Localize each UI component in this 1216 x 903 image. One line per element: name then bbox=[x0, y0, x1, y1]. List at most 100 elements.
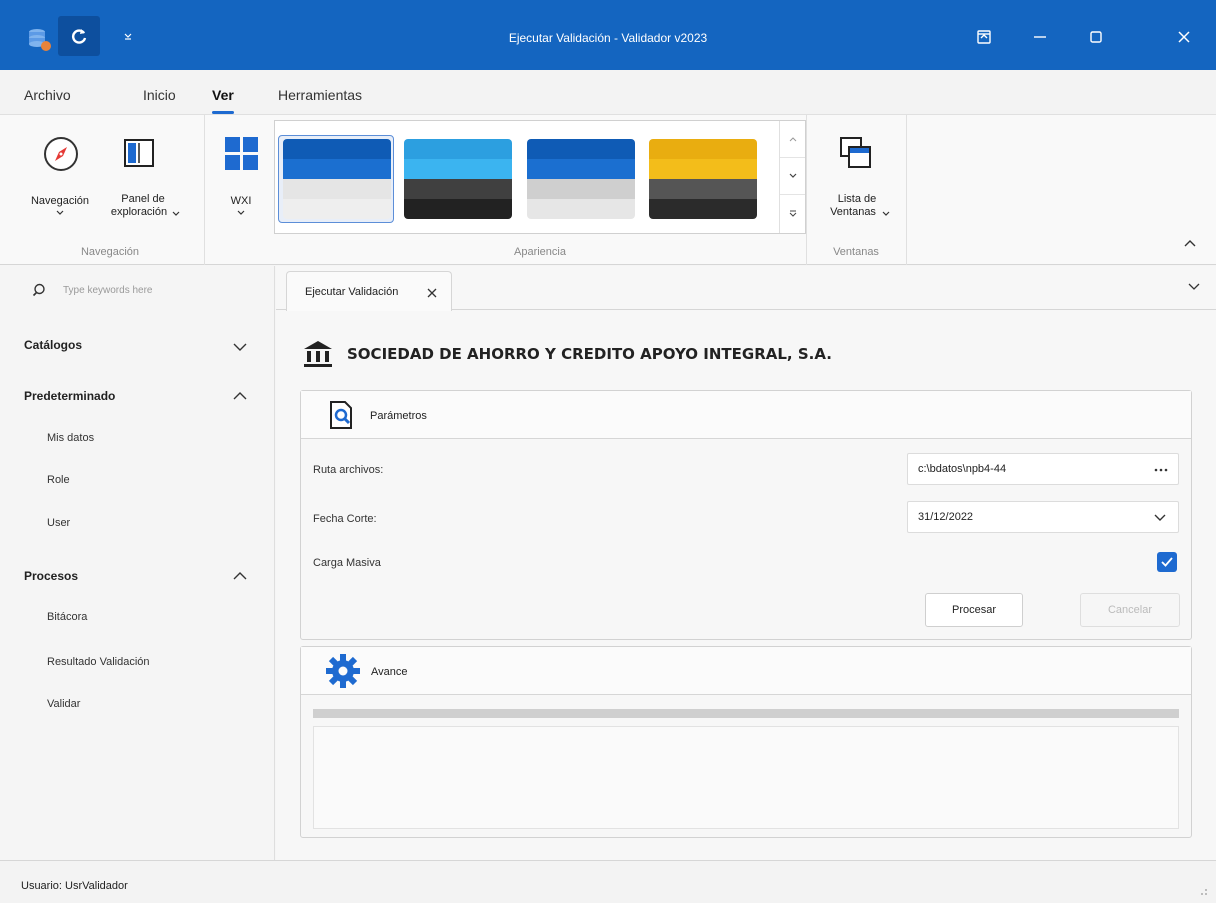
check-icon bbox=[1161, 557, 1173, 567]
minimize-button[interactable] bbox=[1020, 18, 1060, 56]
ventanas-label-line2: Ventanas bbox=[830, 206, 876, 218]
panel-label-line2: exploración bbox=[110, 206, 168, 218]
windows-list-icon bbox=[840, 137, 871, 168]
tab-archivo[interactable]: Archivo bbox=[24, 87, 71, 103]
carga-masiva-checkbox[interactable] bbox=[1157, 552, 1177, 572]
avance-title: Avance bbox=[371, 666, 408, 678]
parametros-panel: Parámetros Ruta archivos: c:\bdatos\npb4… bbox=[300, 390, 1192, 640]
gallery-expand[interactable] bbox=[780, 195, 805, 232]
theme-swatch-gold[interactable] bbox=[649, 139, 757, 219]
log-area[interactable] bbox=[313, 726, 1179, 829]
chevron-down-icon[interactable] bbox=[232, 342, 248, 352]
chevron-down-icon bbox=[789, 173, 796, 178]
panel-label-line1: Panel de bbox=[121, 193, 165, 205]
theme-gallery bbox=[274, 120, 806, 234]
group-label-apariencia: Apariencia bbox=[514, 246, 566, 258]
document-search-icon bbox=[330, 401, 352, 429]
theme-swatch-blue[interactable] bbox=[283, 139, 391, 219]
sidebar-item-validar[interactable]: Validar bbox=[47, 698, 80, 710]
tab-ver[interactable]: Ver bbox=[212, 87, 234, 114]
ventanas-label-line1: Lista de bbox=[837, 193, 877, 205]
window-layout-icon bbox=[977, 30, 991, 44]
sidebar-item-resultado-validacion[interactable]: Resultado Validación bbox=[47, 656, 150, 668]
lista-ventanas-button[interactable]: Lista de Ventanas bbox=[818, 133, 898, 233]
tabs-dropdown-icon[interactable] bbox=[1188, 283, 1200, 291]
sidebar-item-user[interactable]: User bbox=[47, 517, 70, 529]
chevron-up-icon[interactable] bbox=[232, 571, 248, 581]
company-header: SOCIEDAD DE AHORRO Y CREDITO APOYO INTEG… bbox=[301, 334, 832, 374]
navegacion-button[interactable]: Navegación bbox=[20, 133, 104, 233]
sidebar: Type keywords here Catálogos Predetermin… bbox=[0, 266, 275, 860]
ribbon-separator bbox=[806, 115, 807, 265]
search-box[interactable]: Type keywords here bbox=[0, 266, 275, 316]
panel-layout-icon bbox=[124, 139, 154, 167]
wxi-button[interactable]: WXI bbox=[216, 133, 268, 233]
wxi-label: WXI bbox=[230, 195, 252, 207]
gallery-scroll bbox=[779, 121, 805, 233]
ruta-value: c:\bdatos\npb4-44 bbox=[918, 463, 1007, 475]
sidebar-item-mis-datos[interactable]: Mis datos bbox=[47, 432, 94, 444]
chevron-down-icon bbox=[237, 210, 245, 215]
main-content: Ejecutar Validación SOCIEDAD DE AHORRO Y… bbox=[276, 266, 1216, 860]
doc-tab-label: Ejecutar Validación bbox=[305, 286, 399, 298]
windows-grid-icon bbox=[225, 137, 258, 170]
bank-icon bbox=[304, 341, 332, 367]
close-icon[interactable] bbox=[427, 288, 437, 298]
close-button[interactable] bbox=[1164, 18, 1204, 56]
chevron-down-icon bbox=[56, 210, 64, 215]
restore-layout-button[interactable] bbox=[964, 18, 1004, 56]
maximize-icon bbox=[1090, 31, 1102, 43]
maximize-button[interactable] bbox=[1076, 18, 1116, 56]
search-placeholder: Type keywords here bbox=[63, 285, 153, 296]
tab-inicio[interactable]: Inicio bbox=[143, 87, 176, 103]
gallery-scroll-up[interactable] bbox=[780, 121, 805, 158]
minimize-icon bbox=[1034, 36, 1046, 38]
fecha-value: 31/12/2022 bbox=[918, 511, 974, 523]
navegacion-label: Navegación bbox=[30, 195, 90, 207]
company-name: SOCIEDAD DE AHORRO Y CREDITO APOYO INTEG… bbox=[347, 345, 832, 363]
gallery-scroll-down[interactable] bbox=[780, 158, 805, 195]
parametros-title: Parámetros bbox=[370, 410, 427, 422]
chevron-down-icon[interactable] bbox=[1154, 514, 1166, 522]
document-tabs: Ejecutar Validación bbox=[276, 266, 1216, 311]
title-bar: Ejecutar Validación - Validador v2023 bbox=[0, 0, 1216, 70]
menu-tabs: Archivo Inicio Ver Herramientas bbox=[0, 70, 1216, 114]
sidebar-item-role[interactable]: Role bbox=[47, 474, 70, 486]
nav-group-catalogos[interactable]: Catálogos bbox=[24, 338, 82, 352]
ruta-archivos-field[interactable]: c:\bdatos\npb4-44 bbox=[907, 453, 1179, 485]
collapse-ribbon-icon[interactable] bbox=[1184, 239, 1196, 247]
ruta-label: Ruta archivos: bbox=[313, 464, 384, 476]
ellipsis-icon[interactable] bbox=[1154, 468, 1168, 472]
chevron-down-icon bbox=[172, 211, 180, 216]
search-icon bbox=[32, 283, 45, 297]
group-label-navegacion: Navegación bbox=[80, 246, 140, 258]
theme-swatch-lightblue[interactable] bbox=[404, 139, 512, 219]
cancelar-button[interactable]: Cancelar bbox=[1080, 593, 1180, 627]
chevron-up-icon bbox=[789, 137, 796, 142]
nav-group-procesos[interactable]: Procesos bbox=[24, 569, 78, 583]
gear-icon bbox=[326, 654, 360, 688]
expand-gallery-icon bbox=[789, 210, 796, 217]
tab-herramientas[interactable]: Herramientas bbox=[278, 87, 362, 103]
avance-panel: Avance bbox=[300, 646, 1192, 838]
carga-masiva-label: Carga Masiva bbox=[313, 557, 381, 569]
compass-icon bbox=[44, 137, 78, 171]
chevron-down-icon bbox=[882, 211, 890, 216]
tab-ver-label: Ver bbox=[212, 87, 234, 103]
status-bar: Usuario: UsrValidador bbox=[0, 860, 1216, 903]
status-user: Usuario: UsrValidador bbox=[21, 880, 128, 892]
close-icon bbox=[1178, 31, 1190, 43]
parametros-header: Parámetros bbox=[301, 391, 1191, 439]
panel-exploracion-button[interactable]: Panel de exploración bbox=[104, 133, 184, 233]
theme-swatch-blue-gray[interactable] bbox=[527, 139, 635, 219]
resize-grip-icon[interactable] bbox=[1200, 888, 1208, 896]
progress-bar bbox=[313, 709, 1179, 718]
sidebar-item-bitacora[interactable]: Bitácora bbox=[47, 611, 87, 623]
tab-ejecutar-validacion[interactable]: Ejecutar Validación bbox=[286, 271, 452, 311]
fecha-corte-field[interactable]: 31/12/2022 bbox=[907, 501, 1179, 533]
procesar-button[interactable]: Procesar bbox=[925, 593, 1023, 627]
chevron-up-icon[interactable] bbox=[232, 391, 248, 401]
ribbon: Navegación Panel de exploración Navegaci… bbox=[0, 114, 1216, 265]
nav-group-predeterminado[interactable]: Predeterminado bbox=[24, 389, 115, 403]
ribbon-separator bbox=[906, 115, 907, 265]
